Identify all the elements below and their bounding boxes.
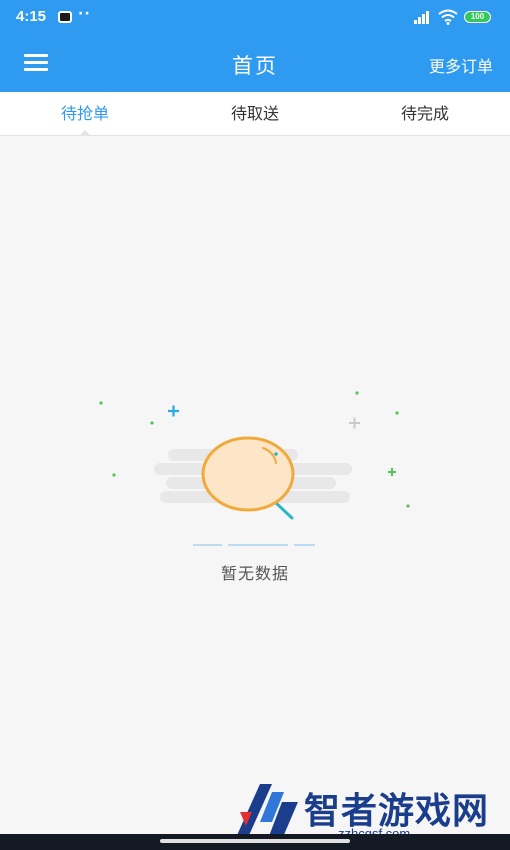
empty-state-message: 暂无数据 bbox=[220, 564, 289, 583]
tab-pending-pickup[interactable]: 待取送 bbox=[170, 92, 340, 135]
tab-label: 待抢单 bbox=[60, 104, 109, 123]
magnifier-empty-icon bbox=[99, 391, 410, 546]
order-tabs: 待抢单 待取送 待完成 bbox=[0, 92, 510, 136]
hamburger-menu-icon[interactable] bbox=[22, 50, 50, 76]
wifi-icon bbox=[438, 9, 458, 25]
app-notification-icon bbox=[58, 11, 72, 23]
tab-pending-complete[interactable]: 待完成 bbox=[340, 92, 510, 135]
more-orders-button[interactable]: 更多订单 bbox=[429, 53, 493, 77]
status-time: 4:15 bbox=[16, 8, 47, 25]
more-notifications-indicator: ·· bbox=[78, 6, 91, 22]
home-indicator[interactable] bbox=[160, 839, 350, 843]
status-bar: 4:15 ·· 100 bbox=[0, 0, 510, 34]
tab-label: 待完成 bbox=[400, 104, 449, 123]
tab-pending-grab[interactable]: 待抢单 bbox=[0, 92, 170, 136]
active-tab-indicator bbox=[79, 130, 91, 136]
battery-icon: 100 bbox=[464, 11, 491, 23]
signal-icon bbox=[414, 10, 434, 24]
tab-label: 待取送 bbox=[230, 104, 279, 123]
app-header: 首页 更多订单 bbox=[0, 34, 510, 92]
